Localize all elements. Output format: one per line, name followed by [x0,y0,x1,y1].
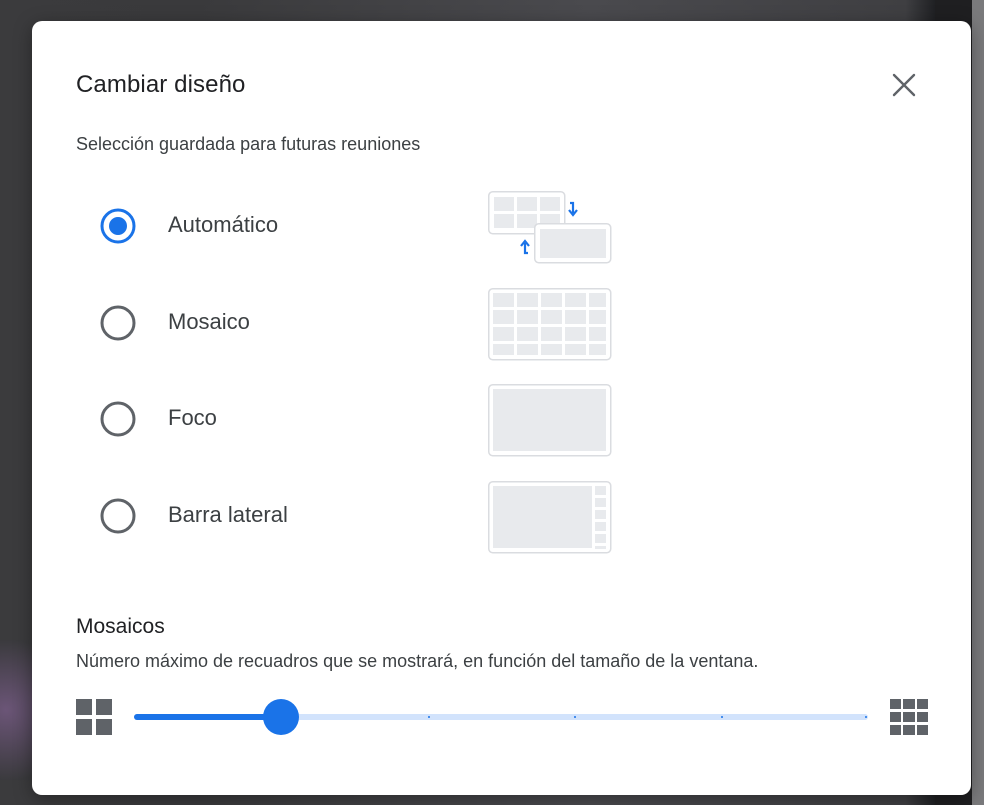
background-right-edge [972,0,984,805]
tiles-slider-row [76,693,936,741]
spotlight-layout-preview-icon [488,384,612,457]
layout-option-auto[interactable]: Automático [100,191,620,264]
layout-option-label: Automático [168,212,279,237]
tiles-section-title: Mosaicos [76,615,165,638]
layout-option-label: Mosaico [168,309,250,334]
radio-selected-icon[interactable] [100,208,136,244]
close-icon [892,73,916,97]
grid-small-icon [76,699,112,735]
layout-option-tiled[interactable]: Mosaico [100,288,620,361]
slider-tick [865,716,867,718]
radio-unselected-icon[interactable] [100,305,136,341]
grid-large-icon [890,699,928,735]
layout-option-label: Foco [168,405,217,430]
slider-tick [428,716,430,718]
tiles-section-description: Número máximo de recuadros que se mostra… [76,651,759,671]
dialog-title: Cambiar diseño [76,71,246,98]
auto-layout-preview-icon [488,191,612,264]
slider-thumb[interactable] [263,699,299,735]
slider-tick [574,716,576,718]
tiles-slider[interactable] [134,699,868,735]
dialog-subtitle: Selección guardada para futuras reunione… [76,134,421,154]
radio-unselected-icon[interactable] [100,401,136,437]
change-layout-dialog: Cambiar diseño Selección guardada para f… [32,21,971,795]
layout-option-spotlight[interactable]: Foco [100,384,620,457]
radio-unselected-icon[interactable] [100,498,136,534]
slider-fill [134,714,281,720]
slider-tick [721,716,723,718]
layout-option-label: Barra lateral [168,502,288,527]
tiled-layout-preview-icon [488,288,612,361]
sidebar-layout-preview-icon [488,481,612,554]
layout-option-sidebar[interactable]: Barra lateral [100,481,620,554]
close-button[interactable] [882,63,926,107]
